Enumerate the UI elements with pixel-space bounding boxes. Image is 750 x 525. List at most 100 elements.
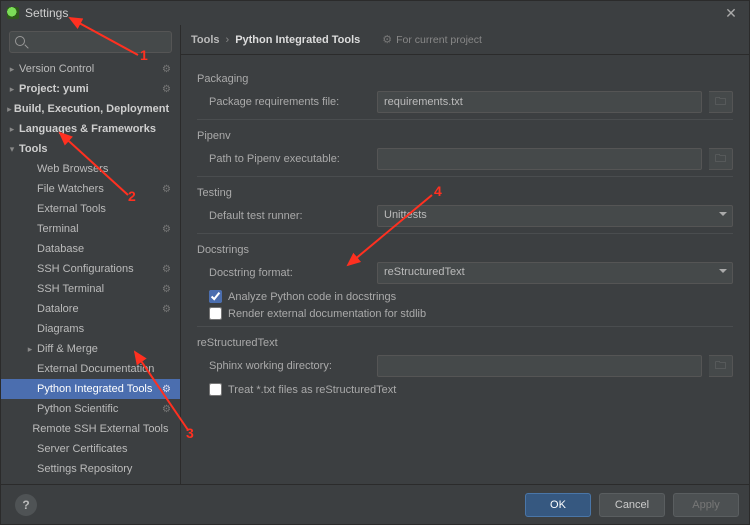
row-analyze-docstrings[interactable]: Analyze Python code in docstrings (209, 290, 733, 303)
gear-icon: ⚙ (162, 384, 176, 395)
tree-item-project-yumi[interactable]: ▸Project: yumi⚙ (1, 79, 180, 99)
tree-item-python-integrated-tools[interactable]: Python Integrated Tools⚙ (1, 379, 180, 399)
section-rst: reStructuredText (197, 337, 733, 349)
tree-item-remote-ssh-external-tools[interactable]: Remote SSH External Tools (1, 419, 180, 439)
tree-item-label: Tools (17, 143, 162, 155)
analyze-label: Analyze Python code in docstrings (228, 291, 396, 303)
breadcrumb-sep: › (226, 34, 230, 46)
test-runner-select[interactable]: Unittests (377, 205, 733, 227)
tree-item-label: SSH Terminal (35, 283, 162, 295)
tree-item-external-documentation[interactable]: External Documentation (1, 359, 180, 379)
scope-label: For current project (396, 34, 482, 46)
pkg-req-field[interactable] (377, 91, 702, 113)
tree-item-web-browsers[interactable]: Web Browsers (1, 159, 180, 179)
cancel-button[interactable]: Cancel (599, 493, 665, 517)
tree-item-label: External Tools (35, 203, 162, 215)
tree-item-diagrams[interactable]: Diagrams (1, 319, 180, 339)
tree-item-languages-frameworks[interactable]: ▸Languages & Frameworks (1, 119, 180, 139)
row-treat-txt[interactable]: Treat *.txt files as reStructuredText (209, 383, 733, 396)
pipenv-path-field[interactable] (377, 148, 702, 170)
tree-item-label: Python Integrated Tools (35, 383, 162, 395)
tree-item-diff-merge[interactable]: ▸Diff & Merge (1, 339, 180, 359)
tree-item-file-watchers[interactable]: File Watchers⚙ (1, 179, 180, 199)
content-header: Tools › Python Integrated Tools ⚙ For cu… (181, 25, 749, 55)
tree-item-label: Languages & Frameworks (17, 123, 162, 135)
content-body: Packaging Package requirements file: 🗀 P… (181, 55, 749, 484)
gear-icon: ⚙ (162, 64, 176, 75)
chevron-icon: ▸ (7, 64, 17, 75)
tree-item-label: Terminal (35, 223, 162, 235)
tree-item-version-control[interactable]: ▸Version Control⚙ (1, 59, 180, 79)
tree-item-build-execution-deployment[interactable]: ▸Build, Execution, Deployment (1, 99, 180, 119)
row-render-stdlib[interactable]: Render external documentation for stdlib (209, 307, 733, 320)
gear-icon: ⚙ (382, 33, 392, 46)
breadcrumb-leaf: Python Integrated Tools (235, 34, 360, 46)
close-icon[interactable]: ✕ (719, 5, 743, 22)
gear-icon: ⚙ (162, 304, 176, 315)
tree-item-label: Remote SSH External Tools (30, 423, 168, 435)
tree-item-datalore[interactable]: Datalore⚙ (1, 299, 180, 319)
gear-icon: ⚙ (162, 284, 176, 295)
titlebar: Settings ✕ (1, 1, 749, 25)
gear-icon: ⚙ (162, 404, 176, 415)
gear-icon: ⚙ (162, 84, 176, 95)
row-package-requirements: Package requirements file: 🗀 (209, 91, 733, 113)
tree-item-label: Datalore (35, 303, 162, 315)
test-runner-label: Default test runner: (209, 210, 369, 222)
browse-icon[interactable]: 🗀 (709, 355, 733, 377)
render-label: Render external documentation for stdlib (228, 308, 426, 320)
row-pipenv-path: Path to Pipenv executable: 🗀 (209, 148, 733, 170)
gear-icon: ⚙ (162, 264, 176, 275)
browse-icon[interactable]: 🗀 (709, 91, 733, 113)
tree-item-label: Diff & Merge (35, 343, 162, 355)
section-docstrings: Docstrings (197, 244, 733, 256)
tree-item-label: Web Browsers (35, 163, 162, 175)
tree-item-database[interactable]: Database (1, 239, 180, 259)
divider (197, 119, 733, 120)
tree-item-python-scientific[interactable]: Python Scientific⚙ (1, 399, 180, 419)
tree-item-terminal[interactable]: Terminal⚙ (1, 219, 180, 239)
browse-icon[interactable]: 🗀 (709, 148, 733, 170)
tree-item-label: Project: yumi (17, 83, 162, 95)
tree-item-settings-repository[interactable]: Settings Repository (1, 459, 180, 479)
chevron-icon: ▸ (7, 124, 17, 135)
tree-item-label: Python Scientific (35, 403, 162, 415)
tree-item-label: Database (35, 243, 162, 255)
tree-item-label: SSH Configurations (35, 263, 162, 275)
tree-item-ssh-terminal[interactable]: SSH Terminal⚙ (1, 279, 180, 299)
treat-txt-checkbox[interactable] (209, 383, 222, 396)
render-checkbox[interactable] (209, 307, 222, 320)
divider (197, 233, 733, 234)
section-packaging: Packaging (197, 73, 733, 85)
tree-item-ssh-configurations[interactable]: SSH Configurations⚙ (1, 259, 180, 279)
breadcrumb-root: Tools (191, 34, 220, 46)
analyze-checkbox[interactable] (209, 290, 222, 303)
section-pipenv: Pipenv (197, 130, 733, 142)
main-area: ▸Version Control⚙▸Project: yumi⚙▸Build, … (1, 25, 749, 484)
settings-tree[interactable]: ▸Version Control⚙▸Project: yumi⚙▸Build, … (1, 57, 180, 484)
pkg-req-label: Package requirements file: (209, 96, 369, 108)
divider (197, 326, 733, 327)
sidebar: ▸Version Control⚙▸Project: yumi⚙▸Build, … (1, 25, 181, 484)
chevron-icon: ▾ (7, 144, 17, 155)
tree-item-external-tools[interactable]: External Tools (1, 199, 180, 219)
gear-icon: ⚙ (162, 224, 176, 235)
ok-button[interactable]: OK (525, 493, 591, 517)
row-docstring-format: Docstring format: reStructuredText (209, 262, 733, 284)
anno-4: 4 (434, 183, 442, 199)
help-button[interactable]: ? (15, 494, 37, 516)
search-wrapper (1, 25, 180, 57)
search-icon (15, 36, 25, 46)
docstring-format-select[interactable]: reStructuredText (377, 262, 733, 284)
treat-txt-label: Treat *.txt files as reStructuredText (228, 384, 396, 396)
scope-indicator: ⚙ For current project (382, 33, 482, 46)
window-title: Settings (25, 6, 719, 20)
tree-item-tools[interactable]: ▾Tools (1, 139, 180, 159)
divider (197, 176, 733, 177)
tree-item-label: External Documentation (35, 363, 162, 375)
apply-button[interactable]: Apply (673, 493, 739, 517)
gear-icon: ⚙ (162, 184, 176, 195)
content-pane: Tools › Python Integrated Tools ⚙ For cu… (181, 25, 749, 484)
tree-item-server-certificates[interactable]: Server Certificates (1, 439, 180, 459)
sphinx-dir-field[interactable] (377, 355, 702, 377)
